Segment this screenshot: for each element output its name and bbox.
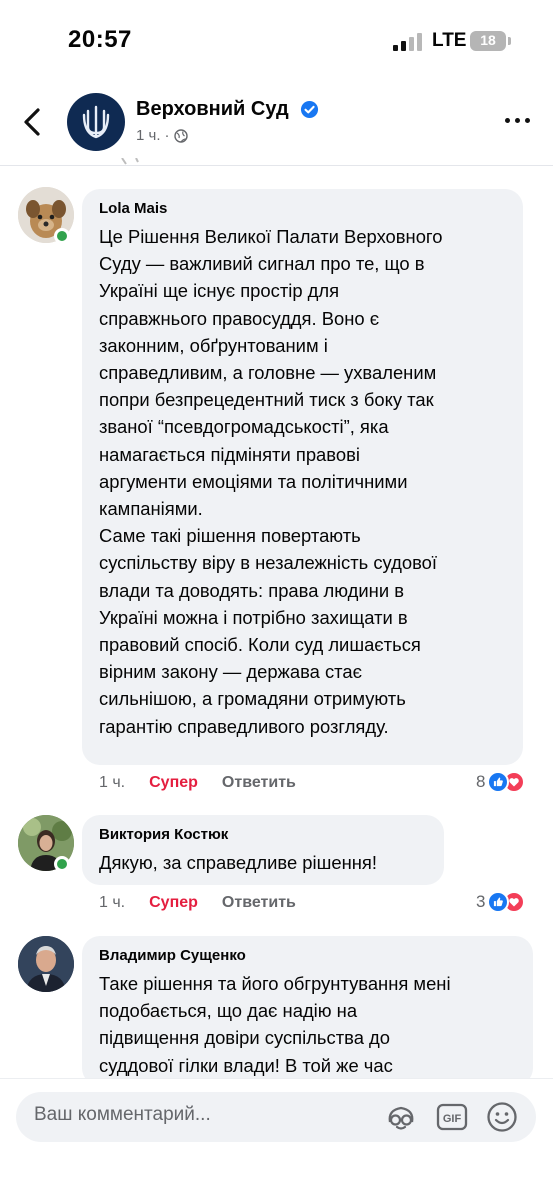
reaction-count: 8 [476, 772, 486, 791]
gif-icon[interactable]: GIF [435, 1100, 469, 1134]
super-button[interactable]: Супер [149, 894, 198, 911]
comment-actions: 1 ч. Супер Ответить [99, 894, 296, 912]
comment-text: Таке рішення та його обгрунтування мені … [99, 973, 451, 1076]
comment-input[interactable] [34, 1104, 364, 1126]
avatar-sticker-icon[interactable] [384, 1100, 418, 1134]
comment-bubble: Lola Mais Це Рішення Великої Палати Верх… [82, 189, 523, 765]
emoji-icon[interactable] [485, 1100, 519, 1134]
post-meta: 1 ч. · [136, 127, 188, 144]
trident-icon [82, 105, 110, 139]
comment-bubble: Владимир Сущенко Таке рішення та його об… [82, 936, 533, 1086]
comment-bubble: Виктория Костюк Дякую, за справедливе рі… [82, 815, 444, 885]
reactions-summary[interactable]: 3 [476, 891, 526, 913]
comment-text: Це Рішення Великої Палати Верховного Суд… [99, 226, 443, 737]
back-arrow-icon[interactable] [18, 102, 48, 142]
svg-text:GIF: GIF [443, 1113, 462, 1125]
comment-text: Дякую, за справедливе рішення! [99, 852, 377, 873]
post-header: Верховний Суд 1 ч. · [0, 80, 553, 166]
reactions-summary[interactable]: 8 [476, 771, 526, 793]
comment-time: 1 ч. [99, 774, 126, 791]
comment-author[interactable]: Виктория Костюк [99, 825, 428, 845]
status-time: 20:57 [68, 26, 132, 53]
post-time: 1 ч. [136, 127, 161, 144]
avatar[interactable] [18, 936, 74, 992]
comment-actions: 1 ч. Супер Ответить [99, 774, 296, 792]
battery-icon: 18 [470, 31, 511, 51]
online-status-dot [54, 228, 70, 244]
page-name[interactable]: Верховний Суд [136, 98, 289, 121]
verified-badge-icon [300, 100, 319, 119]
comment-time: 1 ч. [99, 894, 126, 911]
comment-composer-bar: GIF [0, 1078, 553, 1200]
globe-icon [173, 128, 188, 143]
reply-button[interactable]: Ответить [222, 894, 296, 911]
network-type: LTE [432, 30, 467, 51]
reaction-count: 3 [476, 892, 486, 911]
super-button[interactable]: Супер [149, 774, 198, 791]
truncated-content-peek [121, 158, 139, 165]
comment-author[interactable]: Владимир Сущенко [99, 946, 517, 966]
page-avatar[interactable] [67, 93, 125, 151]
man-photo [18, 936, 74, 992]
status-bar: 20:57 LTE 18 [0, 0, 553, 80]
more-icon[interactable] [503, 116, 533, 126]
battery-level: 18 [480, 32, 496, 48]
signal-icon [393, 33, 423, 51]
meta-separator: · [164, 127, 170, 144]
reply-button[interactable]: Ответить [222, 774, 296, 791]
comment-author[interactable]: Lola Mais [99, 199, 507, 219]
comment-composer[interactable]: GIF [16, 1092, 536, 1142]
online-status-dot [54, 856, 70, 872]
